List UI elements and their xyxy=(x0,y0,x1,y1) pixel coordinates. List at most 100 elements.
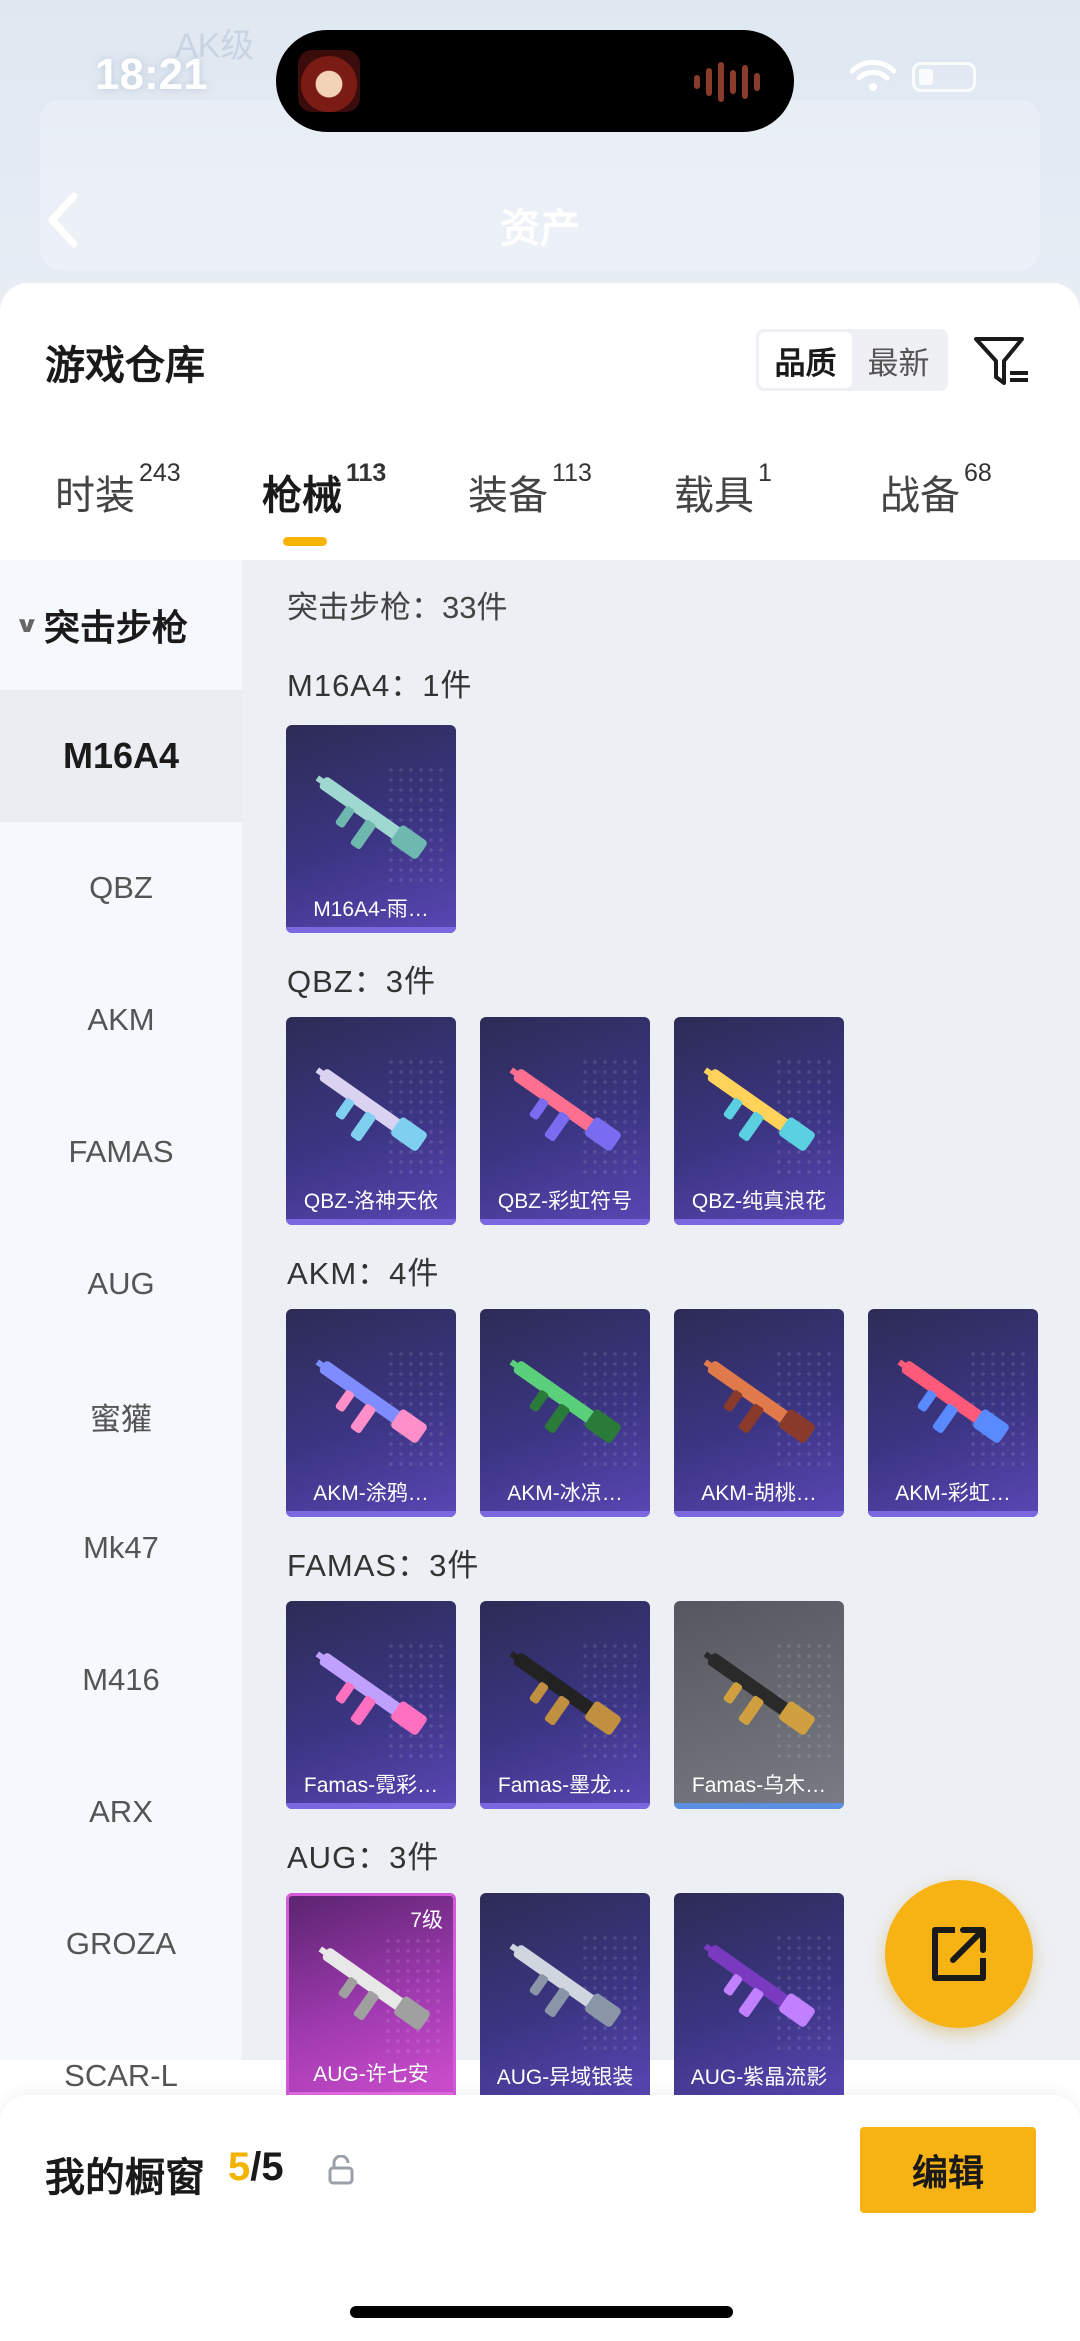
chevron-down-icon: ∨ xyxy=(14,612,40,637)
tab-count: 113 xyxy=(346,458,387,487)
skin-name: AKM-胡桃… xyxy=(701,1482,817,1505)
skin-card[interactable]: AKM-冰凉… xyxy=(480,1309,650,1517)
skin-card[interactable]: QBZ-纯真浪花 xyxy=(674,1017,844,1225)
rifle-icon xyxy=(897,1359,1009,1443)
audio-wave-icon xyxy=(694,60,770,104)
skin-name: AUG-许七安 xyxy=(313,2063,429,2086)
skin-name: QBZ-洛神天依 xyxy=(303,1190,439,1213)
rifle-icon xyxy=(509,1067,621,1151)
sidebar-item-aug[interactable]: AUG xyxy=(0,1218,242,1350)
showcase-total: /5 xyxy=(250,2145,284,2189)
rifle-icon xyxy=(703,1651,815,1735)
lock-icon xyxy=(328,2155,354,2185)
sidebar-item-qbz[interactable]: QBZ xyxy=(0,822,242,954)
skin-card[interactable]: AKM-彩虹… xyxy=(868,1309,1038,1517)
showcase-label: 我的橱窗 xyxy=(45,2156,205,2200)
tab-count: 1 xyxy=(758,458,772,487)
group-title-m16a4: M16A4：1件 xyxy=(287,668,473,703)
skin-card[interactable]: M16A4-雨… xyxy=(286,725,456,933)
rifle-icon xyxy=(315,775,427,859)
category-tabs: 时装243 枪械113 装备113 载具1 战备68 xyxy=(0,459,1080,543)
dynamic-island[interactable] xyxy=(276,30,794,132)
skin-name: Famas-墨龙… xyxy=(497,1774,633,1797)
group-title-akm: AKM：4件 xyxy=(287,1256,440,1291)
weapon-type-sidebar: ∨ 突击步枪 M16A4 QBZ AKM FAMAS AUG 蜜獾 Mk47 M… xyxy=(0,560,242,2093)
wifi-icon xyxy=(850,60,896,91)
skin-name: M16A4-雨… xyxy=(313,898,429,921)
sidebar-item-mk47[interactable]: Mk47 xyxy=(0,1482,242,1614)
battery-icon xyxy=(912,62,976,92)
tab-fashion[interactable]: 时装243 xyxy=(55,459,181,521)
rifle-icon xyxy=(703,1359,815,1443)
skin-name: AUG-紫晶流影 xyxy=(690,2066,828,2089)
rifle-icon xyxy=(509,1943,621,2027)
rifle-icon xyxy=(315,1651,427,1735)
sidebar-item-arx[interactable]: ARX xyxy=(0,1746,242,1878)
tab-label: 时装 xyxy=(55,474,135,518)
skin-name: AKM-涂鸦… xyxy=(313,1482,429,1505)
sidebar-group-label: 突击步枪 xyxy=(43,607,188,648)
tab-label: 装备 xyxy=(468,474,548,518)
sidebar-item-groza[interactable]: GROZA xyxy=(0,1878,242,2010)
skin-card[interactable]: AKM-涂鸦… xyxy=(286,1309,456,1517)
edit-button[interactable]: 编辑 xyxy=(860,2127,1036,2213)
rifle-icon xyxy=(703,1943,815,2027)
category-count: 突击步枪：33件 xyxy=(287,590,508,625)
group-title-famas: FAMAS：3件 xyxy=(287,1548,480,1583)
tab-label: 战备 xyxy=(880,474,960,518)
tab-firearms[interactable]: 枪械113 xyxy=(262,459,386,521)
back-icon[interactable] xyxy=(42,190,82,250)
skin-name: AUG-异域银装 xyxy=(496,2066,634,2089)
tab-count: 68 xyxy=(964,458,992,487)
sidebar-item-m416[interactable]: M416 xyxy=(0,1614,242,1746)
share-button[interactable] xyxy=(885,1880,1033,2028)
showcase-count: 5/5 xyxy=(228,2145,284,2190)
group-title-aug: AUG：3件 xyxy=(287,1840,440,1875)
showcase-bar: 我的橱窗 5/5 编辑 xyxy=(0,2095,1080,2341)
sidebar-item-m16a4[interactable]: M16A4 xyxy=(0,690,242,822)
skin-card[interactable]: Famas-墨龙… xyxy=(480,1601,650,1809)
tab-label: 枪械 xyxy=(262,474,342,518)
page-title-ghost: 资产 xyxy=(500,207,580,251)
active-tab-indicator xyxy=(283,537,327,546)
sort-toggle: 品质 最新 xyxy=(756,329,948,391)
skin-card[interactable]: AUG-紫晶流影 xyxy=(674,1893,844,2101)
sort-latest-button[interactable]: 最新 xyxy=(852,332,945,388)
rifle-icon xyxy=(509,1359,621,1443)
skin-card[interactable]: AUG-异域银装 xyxy=(480,1893,650,2101)
sidebar-item-famas[interactable]: FAMAS xyxy=(0,1086,242,1218)
skin-card[interactable]: Famas-乌木… xyxy=(674,1601,844,1809)
tab-label: 载具 xyxy=(674,474,754,518)
skin-name: QBZ-纯真浪花 xyxy=(691,1190,827,1213)
rifle-icon xyxy=(703,1067,815,1151)
skin-card[interactable]: Famas-霓彩… xyxy=(286,1601,456,1809)
rifle-icon xyxy=(509,1651,621,1735)
sort-quality-button[interactable]: 品质 xyxy=(759,332,852,388)
tab-equipment[interactable]: 装备113 xyxy=(468,459,592,521)
skin-card[interactable]: AKM-胡桃… xyxy=(674,1309,844,1517)
rifle-icon xyxy=(315,1067,427,1151)
status-bar: AK级 18:21 xyxy=(0,0,1080,150)
skin-name: Famas-乌木… xyxy=(691,1774,827,1797)
tab-vehicles[interactable]: 载具1 xyxy=(674,459,772,521)
skin-name: Famas-霓彩… xyxy=(303,1774,439,1797)
tab-combat-supplies[interactable]: 战备68 xyxy=(880,459,992,521)
skin-card[interactable]: QBZ-彩虹符号 xyxy=(480,1017,650,1225)
sidebar-item-akm[interactable]: AKM xyxy=(0,954,242,1086)
level-badge: 7级 xyxy=(410,1909,443,1932)
skin-card[interactable]: QBZ-洛神天依 xyxy=(286,1017,456,1225)
skin-name: AKM-彩虹… xyxy=(895,1482,1011,1505)
rifle-icon xyxy=(315,1359,427,1443)
skin-name: QBZ-彩虹符号 xyxy=(497,1190,633,1213)
rifle-icon xyxy=(318,1946,430,2030)
home-indicator xyxy=(350,2306,733,2318)
group-title-qbz: QBZ：3件 xyxy=(287,964,436,999)
share-icon xyxy=(932,1927,986,1981)
sidebar-item-honey-badger[interactable]: 蜜獾 xyxy=(0,1350,242,1482)
now-playing-avatar-icon xyxy=(298,50,360,112)
status-time: 18:21 xyxy=(95,50,208,99)
filter-icon[interactable] xyxy=(972,331,1032,391)
sidebar-group-header[interactable]: ∨ 突击步枪 xyxy=(0,560,242,690)
skin-card[interactable]: 7级 AUG-许七安 xyxy=(286,1893,456,2101)
tab-count: 243 xyxy=(139,458,181,487)
